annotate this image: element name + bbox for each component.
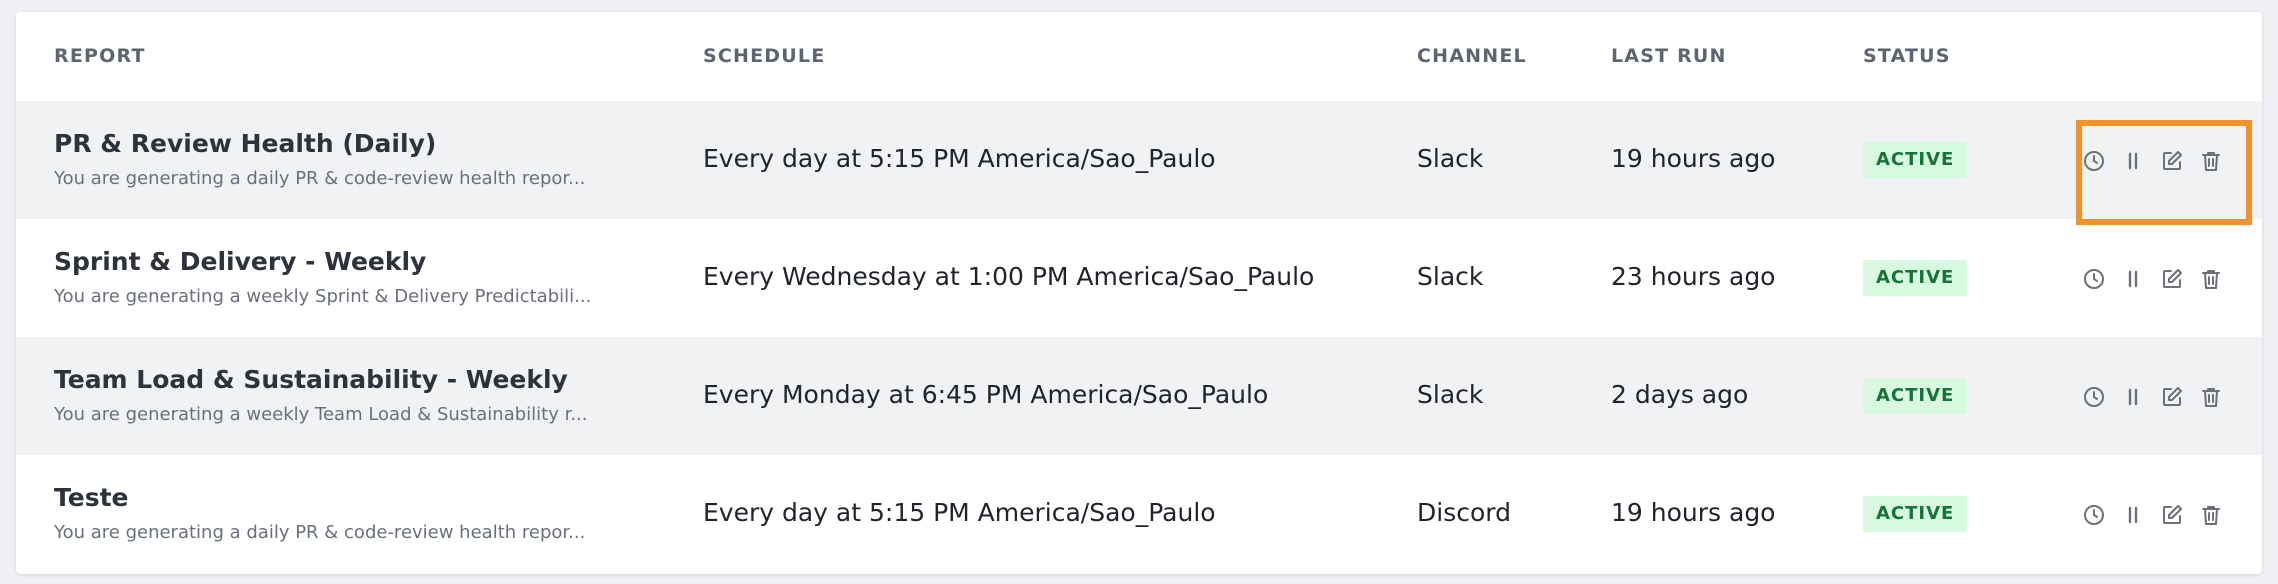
delete-button[interactable] — [2198, 384, 2224, 410]
edit-button[interactable] — [2159, 266, 2185, 292]
status-badge: ACTIVE — [1863, 378, 1968, 414]
report-channel: Slack — [1417, 144, 1484, 173]
delete-button[interactable] — [2198, 266, 2224, 292]
header-schedule[interactable]: SCHEDULE — [703, 45, 825, 67]
report-description: You are generating a daily PR & code-rev… — [54, 168, 586, 189]
edit-button[interactable] — [2159, 502, 2185, 528]
status-badge: ACTIVE — [1863, 260, 1968, 296]
report-title[interactable]: Teste — [54, 483, 128, 512]
report-last-run: 19 hours ago — [1611, 498, 1776, 527]
trash-icon — [2202, 506, 2220, 525]
report-last-run: 19 hours ago — [1611, 144, 1776, 173]
edit-icon — [2163, 505, 2182, 524]
report-channel: Slack — [1417, 262, 1484, 291]
row-actions — [2081, 262, 2237, 296]
report-description: You are generating a weekly Sprint & Del… — [54, 286, 592, 307]
run-history-button[interactable] — [2081, 384, 2107, 410]
clock-icon — [2084, 269, 2104, 289]
pause-button[interactable] — [2120, 266, 2146, 292]
table-row[interactable]: Sprint & Delivery - Weekly You are gener… — [16, 219, 2262, 337]
report-title[interactable]: Team Load & Sustainability - Weekly — [54, 365, 568, 394]
row-actions — [2081, 380, 2237, 414]
pause-icon — [2128, 270, 2138, 288]
pause-icon — [2128, 506, 2138, 524]
header-report[interactable]: REPORT — [54, 45, 146, 67]
header-channel[interactable]: CHANNEL — [1417, 45, 1527, 67]
row-actions — [2081, 144, 2237, 178]
report-title[interactable]: PR & Review Health (Daily) — [54, 129, 436, 158]
table-row[interactable]: PR & Review Health (Daily) You are gener… — [16, 101, 2262, 219]
table-header: REPORT SCHEDULE CHANNEL LAST RUN STATUS — [16, 12, 2262, 101]
edit-button[interactable] — [2159, 148, 2185, 174]
report-description: You are generating a weekly Team Load & … — [54, 404, 588, 425]
report-title[interactable]: Sprint & Delivery - Weekly — [54, 247, 426, 276]
report-schedule: Every day at 5:15 PM America/Sao_Paulo — [703, 144, 1216, 173]
trash-icon — [2202, 152, 2220, 171]
report-schedule: Every Monday at 6:45 PM America/Sao_Paul… — [703, 380, 1269, 409]
status-badge: ACTIVE — [1863, 142, 1968, 178]
trash-icon — [2202, 388, 2220, 407]
edit-icon — [2163, 151, 2182, 170]
pause-icon — [2128, 388, 2138, 406]
report-last-run: 23 hours ago — [1611, 262, 1776, 291]
status-badge: ACTIVE — [1863, 496, 1968, 532]
run-history-button[interactable] — [2081, 502, 2107, 528]
table-row[interactable]: Team Load & Sustainability - Weekly You … — [16, 337, 2262, 455]
header-last-run[interactable]: LAST RUN — [1611, 45, 1727, 67]
trash-icon — [2202, 270, 2220, 289]
report-channel: Discord — [1417, 498, 1511, 527]
report-schedule: Every Wednesday at 1:00 PM America/Sao_P… — [703, 262, 1315, 291]
clock-icon — [2084, 151, 2104, 171]
run-history-button[interactable] — [2081, 148, 2107, 174]
clock-icon — [2084, 387, 2104, 407]
delete-button[interactable] — [2198, 148, 2224, 174]
report-schedule: Every day at 5:15 PM America/Sao_Paulo — [703, 498, 1216, 527]
report-last-run: 2 days ago — [1611, 380, 1749, 409]
run-history-button[interactable] — [2081, 266, 2107, 292]
clock-icon — [2084, 505, 2104, 525]
table-row[interactable]: Teste You are generating a daily PR & co… — [16, 455, 2262, 573]
pause-button[interactable] — [2120, 384, 2146, 410]
report-description: You are generating a daily PR & code-rev… — [54, 522, 586, 543]
header-status[interactable]: STATUS — [1863, 45, 1951, 67]
edit-icon — [2163, 269, 2182, 288]
edit-icon — [2163, 387, 2182, 406]
pause-button[interactable] — [2120, 148, 2146, 174]
pause-icon — [2128, 152, 2138, 170]
edit-button[interactable] — [2159, 384, 2185, 410]
report-channel: Slack — [1417, 380, 1484, 409]
row-actions — [2081, 498, 2237, 532]
delete-button[interactable] — [2198, 502, 2224, 528]
reports-table: REPORT SCHEDULE CHANNEL LAST RUN STATUS … — [16, 12, 2262, 574]
pause-button[interactable] — [2120, 502, 2146, 528]
